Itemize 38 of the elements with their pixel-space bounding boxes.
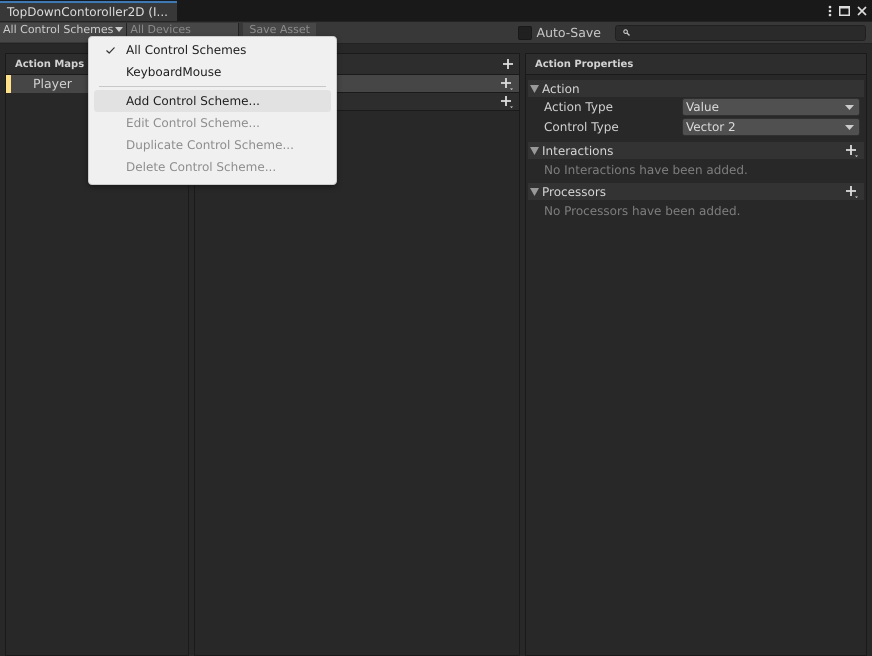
- caret-icon: [845, 124, 854, 130]
- menu-item[interactable]: Add Control Scheme...: [94, 90, 331, 112]
- menu-item[interactable]: KeyboardMouse: [94, 61, 331, 83]
- menu-item[interactable]: All Control Schemes: [94, 39, 331, 61]
- section-header[interactable]: Processors: [528, 183, 864, 200]
- add-icon[interactable]: [846, 186, 858, 198]
- search-icon: [623, 29, 630, 36]
- empty-message: No Processors have been added.: [543, 203, 742, 219]
- empty-message: No Interactions have been added.: [543, 162, 749, 178]
- section-title: Action: [542, 82, 580, 96]
- add-icon[interactable]: [846, 144, 858, 156]
- search-field[interactable]: [615, 24, 866, 40]
- auto-save-label: Auto-Save: [536, 25, 601, 40]
- expand-triangle-icon[interactable]: [530, 188, 539, 196]
- caret-icon: [845, 104, 854, 110]
- section-title: Interactions: [542, 144, 614, 158]
- close-icon[interactable]: [857, 6, 867, 16]
- field-label: Action Type: [544, 100, 614, 114]
- checkmark-icon: [106, 46, 114, 54]
- more-icon[interactable]: [828, 4, 832, 16]
- section-header[interactable]: Interactions: [528, 142, 864, 159]
- expand-triangle-icon[interactable]: [530, 146, 539, 154]
- add-binding-icon[interactable]: [501, 78, 513, 90]
- type-dropdown[interactable]: Vector 2: [682, 118, 860, 136]
- add-icon[interactable]: [503, 59, 513, 69]
- section-header[interactable]: Action: [528, 80, 864, 97]
- caret-icon: [115, 27, 124, 32]
- auto-save-checkbox[interactable]: [518, 26, 532, 40]
- section-title: Processors: [542, 184, 606, 198]
- control-scheme-dropdown[interactable]: All Control Schemes: [0, 23, 128, 42]
- type-dropdown[interactable]: Value: [682, 98, 860, 116]
- maximize-icon[interactable]: [839, 6, 850, 16]
- expand-triangle-icon[interactable]: [530, 84, 539, 92]
- window-tab[interactable]: TopDownContoroller2D (I...: [0, 1, 177, 21]
- panel-title: Action Properties: [535, 58, 634, 70]
- panel-title: Action Maps: [15, 58, 84, 70]
- field-label: Control Type: [544, 120, 620, 134]
- add-binding-icon[interactable]: [501, 96, 513, 108]
